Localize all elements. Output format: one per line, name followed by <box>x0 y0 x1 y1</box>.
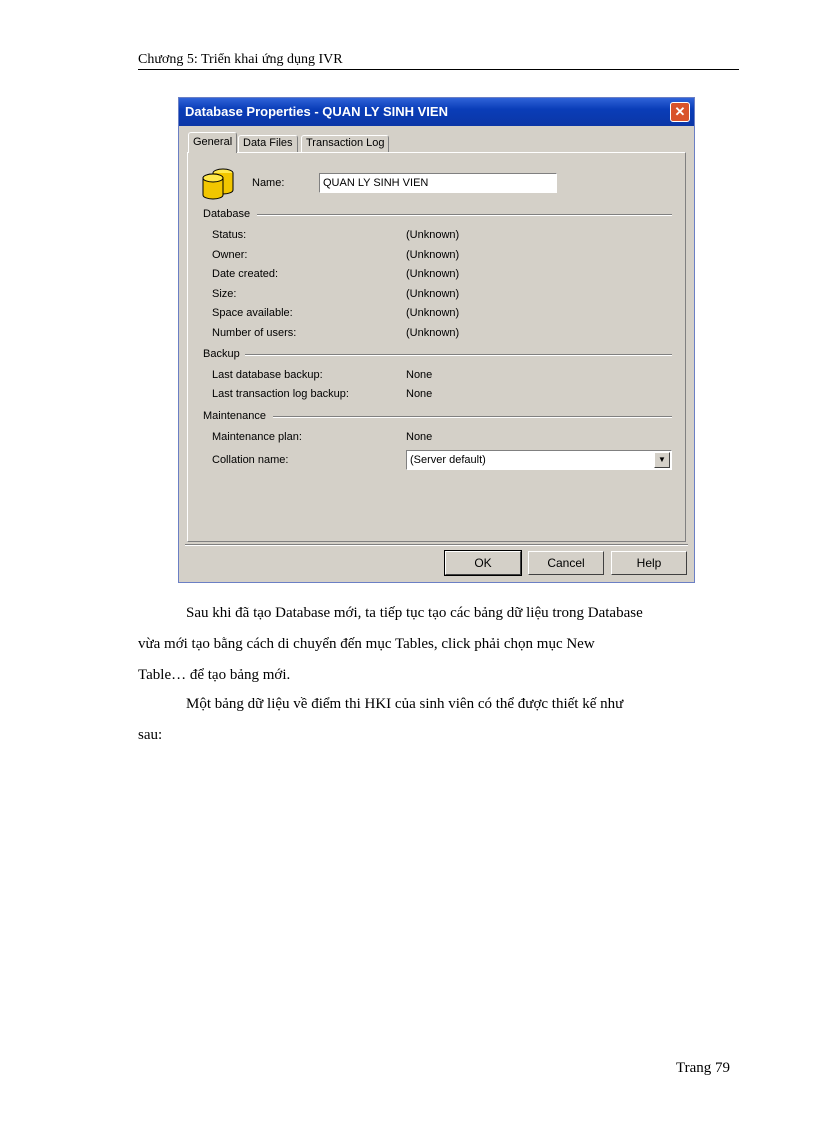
maintenance-group-divider <box>273 416 672 418</box>
database-group-label: Database <box>203 208 251 220</box>
page-header: Chương 5: Triển khai ứng dụng IVR <box>138 51 739 70</box>
number-of-users-label: Number of users: <box>212 327 297 339</box>
cancel-button[interactable]: Cancel <box>528 551 604 575</box>
number-of-users-value: (Unknown) <box>406 327 460 339</box>
ok-button[interactable]: OK <box>444 550 522 576</box>
owner-label: Owner: <box>212 249 248 261</box>
owner-value: (Unknown) <box>406 249 460 261</box>
paragraph-1-line-1: Sau khi đã tạo Database mới, ta tiếp tục… <box>186 605 643 621</box>
database-properties-dialog: Database Properties - QUAN LY SINH VIEN … <box>178 97 695 583</box>
button-separator <box>185 544 688 546</box>
collation-name-select[interactable]: (Server default) ▼ <box>406 450 672 470</box>
size-value: (Unknown) <box>406 288 460 300</box>
space-available-label: Space available: <box>212 307 293 319</box>
name-label: Name: <box>252 177 285 189</box>
maintenance-group-label: Maintenance <box>203 410 266 422</box>
last-transaction-log-backup-value: None <box>406 388 433 400</box>
backup-group-label: Backup <box>203 348 240 360</box>
chapter-title: Chương 5: Triển khai ứng dụng IVR <box>138 52 343 67</box>
paragraph-2-line-1: Một bảng dữ liệu về điểm thi HKI của sin… <box>186 696 624 712</box>
database-icon <box>202 168 234 200</box>
maintenance-plan-value: None <box>406 431 433 443</box>
dialog-title: Database Properties - QUAN LY SINH VIEN <box>185 104 448 119</box>
name-field[interactable]: QUAN LY SINH VIEN <box>319 173 557 193</box>
help-button[interactable]: Help <box>611 551 687 575</box>
paragraph-1: Sau khi đã tạo Database mới, ta tiếp tục… <box>138 598 738 691</box>
paragraph-2-line-2: sau: <box>138 727 163 743</box>
close-button[interactable]: ✕ <box>670 102 690 122</box>
collation-name-value: (Server default) <box>410 454 486 466</box>
database-group-divider <box>257 214 672 216</box>
paragraph-1-line-3: Table… để tạo bảng mới. <box>138 667 291 683</box>
space-available-value: (Unknown) <box>406 307 460 319</box>
chevron-down-icon[interactable]: ▼ <box>654 452 670 468</box>
page-number: Trang 79 <box>676 1060 731 1076</box>
backup-group-divider <box>245 354 672 356</box>
collation-name-label: Collation name: <box>212 454 289 466</box>
paragraph-1-line-2: vừa mới tạo bằng cách di chuyển đến mục … <box>138 636 595 652</box>
date-created-label: Date created: <box>212 268 279 280</box>
status-label: Status: <box>212 229 247 241</box>
close-icon: ✕ <box>674 104 686 119</box>
dialog-titlebar[interactable]: Database Properties - QUAN LY SINH VIEN … <box>179 98 694 126</box>
date-created-value: (Unknown) <box>406 268 460 280</box>
size-label: Size: <box>212 288 237 300</box>
tab-general[interactable]: General <box>188 132 238 153</box>
last-transaction-log-backup-label: Last transaction log backup: <box>212 388 349 400</box>
general-tab-panel <box>187 152 686 542</box>
tab-data-files[interactable]: Data Files <box>238 135 298 152</box>
paragraph-2: Một bảng dữ liệu về điểm thi HKI của sin… <box>138 689 738 751</box>
status-value: (Unknown) <box>406 229 460 241</box>
tab-transaction-log[interactable]: Transaction Log <box>301 135 390 152</box>
maintenance-plan-label: Maintenance plan: <box>212 431 302 443</box>
last-database-backup-value: None <box>406 369 433 381</box>
last-database-backup-label: Last database backup: <box>212 369 323 381</box>
